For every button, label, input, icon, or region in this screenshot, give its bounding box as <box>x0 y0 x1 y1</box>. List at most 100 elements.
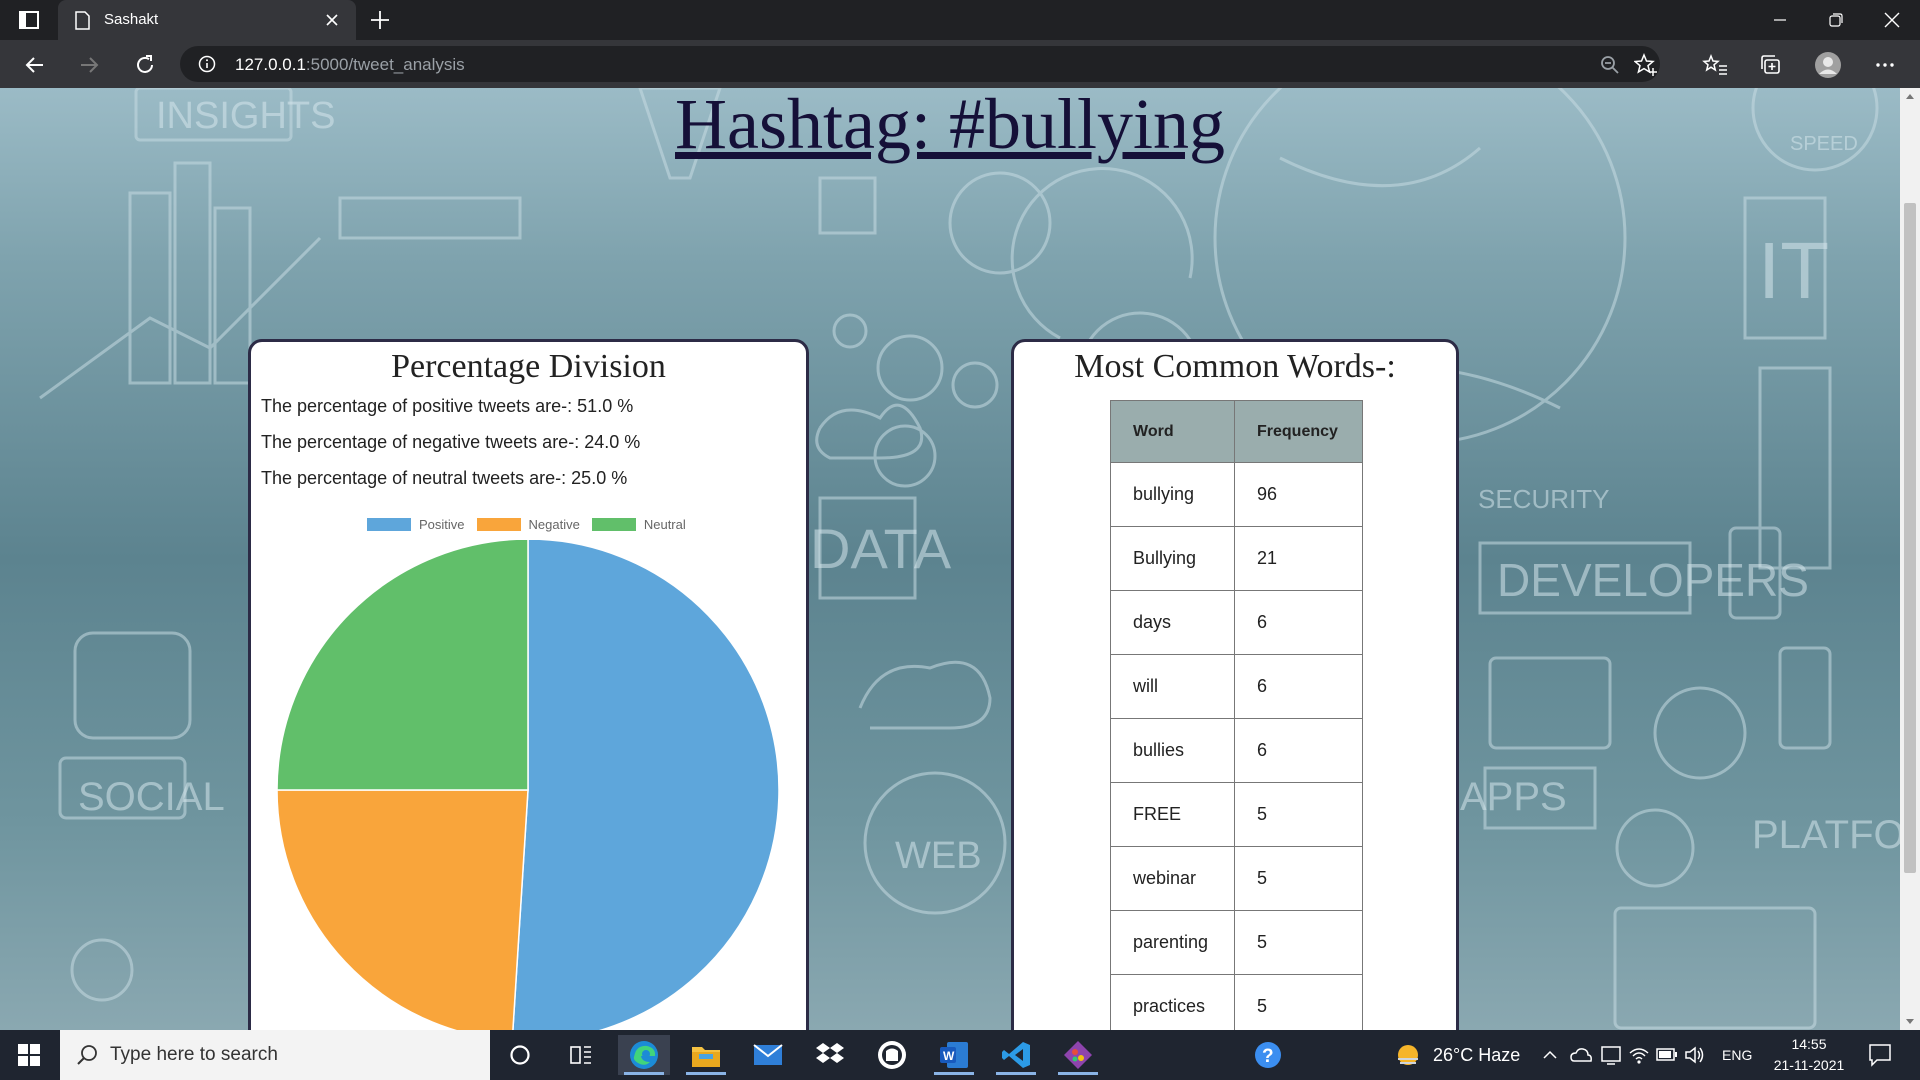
word-icon[interactable]: W <box>928 1035 980 1075</box>
common-words-card: Most Common Words-: Word Frequency bully… <box>1011 339 1459 1030</box>
wifi-icon[interactable] <box>1628 1045 1650 1065</box>
common-words-table: Word Frequency bullying 96 Bullying 21 day… <box>1110 400 1363 1030</box>
page-icon <box>74 11 91 30</box>
back-arrow-icon[interactable] <box>20 50 50 80</box>
neutral-percentage-text: The percentage of neutral tweets are-: 2… <box>261 468 628 488</box>
table-row: days 6 <box>1110 590 1363 655</box>
info-icon[interactable] <box>198 55 216 73</box>
address-bar[interactable]: 127.0.0.1:5000/tweet_analysis <box>180 46 1660 82</box>
more-icon[interactable] <box>1870 50 1900 80</box>
word-cell: bullies <box>1110 718 1235 783</box>
notification-icon[interactable] <box>1868 1043 1892 1067</box>
bg-word-apps: APPS <box>1460 775 1567 819</box>
taskbar-search-box[interactable]: Type here to search <box>60 1030 490 1080</box>
pie-slice-negative[interactable] <box>276 789 529 1030</box>
table-row: parenting 5 <box>1110 910 1363 975</box>
legend-item-positive[interactable]: Positive <box>367 517 465 532</box>
favorites-icon[interactable] <box>1700 50 1730 80</box>
dropbox-icon[interactable] <box>804 1035 856 1075</box>
file-explorer-icon[interactable] <box>680 1035 732 1075</box>
browser-tab[interactable]: Sashakt <box>58 0 356 40</box>
show-hidden-icons-icon[interactable] <box>1542 1047 1558 1063</box>
task-view-icon[interactable] <box>555 1035 607 1075</box>
edge-icon[interactable] <box>618 1035 670 1075</box>
git-icon[interactable] <box>1052 1035 1104 1075</box>
windows-logo-icon[interactable] <box>0 1030 58 1080</box>
clock-date: 21-11-2021 <box>1773 1057 1845 1073</box>
legend-swatch-positive <box>367 517 411 531</box>
help-icon[interactable]: ? <box>1242 1035 1294 1075</box>
running-app-indicator <box>996 1072 1036 1075</box>
windows-taskbar: Type here to search W ? 26°C Haze ENG 14… <box>0 1030 1920 1080</box>
hashtag-heading: Hashtag: #bullying <box>675 88 1225 164</box>
frequency-cell: 6 <box>1234 718 1363 783</box>
chart-legend: Positive Negative Neutral <box>367 516 698 532</box>
search-placeholder: Type here to search <box>110 1044 278 1065</box>
cortana-icon[interactable] <box>494 1035 546 1075</box>
word-cell: parenting <box>1110 910 1235 975</box>
search-icon <box>76 1044 98 1066</box>
svg-text:W: W <box>943 1049 955 1063</box>
scroll-down-icon[interactable] <box>1905 1018 1915 1026</box>
legend-item-negative[interactable]: Negative <box>476 516 580 532</box>
percentage-card: Percentage Division The percentage of po… <box>248 339 809 1030</box>
device-icon[interactable] <box>1600 1045 1622 1065</box>
bg-word-security: SECURITY <box>1478 484 1609 514</box>
frequency-cell: 5 <box>1234 974 1363 1030</box>
minimize-icon[interactable] <box>1752 0 1808 40</box>
vscode-icon[interactable] <box>990 1035 1042 1075</box>
reload-icon[interactable] <box>130 50 160 80</box>
pie-slice-neutral[interactable] <box>276 540 529 791</box>
taskbar-clock[interactable]: 14:55 21-11-2021 <box>1764 1034 1854 1076</box>
mail-icon[interactable] <box>742 1035 794 1075</box>
scroll-thumb[interactable] <box>1904 203 1916 873</box>
favorite-add-icon[interactable] <box>1633 53 1658 77</box>
url-text[interactable]: 127.0.0.1:5000/tweet_analysis <box>235 55 465 75</box>
legend-item-neutral[interactable]: Neutral <box>591 516 686 532</box>
legend-label-negative: Negative <box>528 516 580 532</box>
frequency-cell: 5 <box>1234 782 1363 847</box>
zoom-icon[interactable] <box>1598 53 1622 77</box>
close-icon[interactable] <box>322 10 342 30</box>
forward-arrow-icon[interactable] <box>74 50 104 80</box>
page-viewport: INSIGHTS DATA SOCIAL WEB SECURITY DEVELO… <box>0 88 1900 1030</box>
plus-icon[interactable] <box>367 7 393 33</box>
table-row: FREE 5 <box>1110 782 1363 847</box>
frequency-cell: 5 <box>1234 846 1363 911</box>
volume-icon[interactable] <box>1684 1045 1706 1065</box>
language-indicator[interactable]: ENG <box>1722 1047 1752 1063</box>
negative-percentage-text: The percentage of negative tweets are-: … <box>261 432 641 452</box>
bg-word-it: IT <box>1758 226 1829 315</box>
frequency-cell: 21 <box>1234 526 1363 591</box>
weather-text: 26°C Haze <box>1433 1044 1521 1065</box>
profile-icon[interactable] <box>1813 50 1843 80</box>
bg-word-platform: PLATFORM <box>1752 813 1900 857</box>
legend-label-neutral: Neutral <box>643 516 686 532</box>
weather-widget[interactable]: 26°C Haze <box>1395 1042 1520 1068</box>
page-scrollbar[interactable] <box>1900 88 1920 1030</box>
column-header-frequency: Frequency <box>1234 400 1363 463</box>
scroll-up-icon[interactable] <box>1905 92 1915 100</box>
github-desktop-icon[interactable] <box>866 1035 918 1075</box>
active-app-indicator <box>624 1072 664 1075</box>
window-close-icon[interactable] <box>1864 0 1920 40</box>
bg-word-developers: DEVELOPERS <box>1497 554 1809 606</box>
running-app-indicator <box>1058 1072 1098 1075</box>
restore-icon[interactable] <box>1808 0 1864 40</box>
table-row: bullying 96 <box>1110 462 1363 527</box>
onedrive-icon[interactable] <box>1570 1045 1592 1065</box>
browser-navbar: 127.0.0.1:5000/tweet_analysis <box>0 40 1920 88</box>
pie-slice-positive[interactable] <box>512 540 780 1030</box>
bg-word-web: WEB <box>895 835 982 877</box>
frequency-cell: 5 <box>1234 910 1363 975</box>
word-cell: FREE <box>1110 782 1235 847</box>
legend-swatch-neutral <box>591 517 636 531</box>
collections-icon[interactable] <box>1756 50 1786 80</box>
legend-label-positive: Positive <box>419 516 465 532</box>
battery-icon[interactable] <box>1656 1046 1678 1064</box>
word-cell: days <box>1110 590 1235 655</box>
window-menu-icon[interactable] <box>16 8 42 32</box>
url-path: :5000/tweet_analysis <box>305 55 465 74</box>
table-row: will 6 <box>1110 654 1363 719</box>
sentiment-pie-chart[interactable] <box>251 540 806 1030</box>
